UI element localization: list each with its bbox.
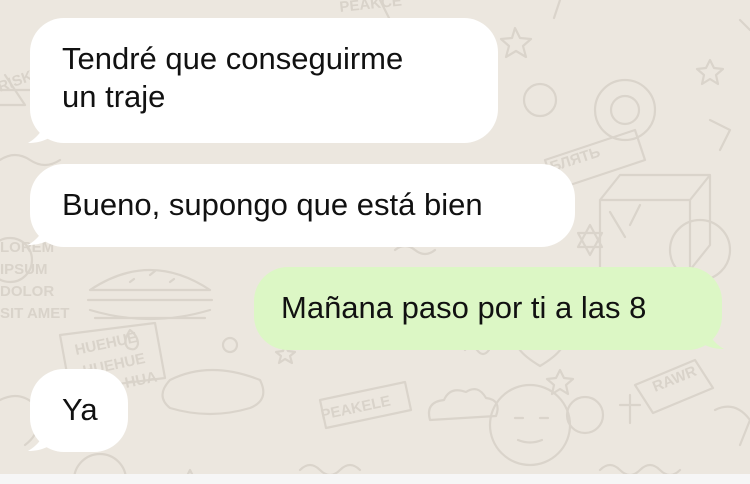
star-doodle-icon (695, 58, 725, 86)
circle-doodle-icon (522, 82, 558, 118)
message-text-line: Ya (62, 392, 98, 427)
hexagram-doodle-icon (576, 223, 604, 257)
bottom-edge (0, 474, 750, 484)
circle-doodle-icon (565, 395, 605, 435)
message-bubble-incoming[interactable]: Bueno, supongo que está bien (30, 164, 575, 247)
message-text-line: un traje (62, 79, 166, 114)
hotdog-doodle-icon (161, 368, 265, 416)
message-bubble-incoming[interactable]: Tendré que conseguirme un traje (30, 18, 498, 143)
burger-doodle-icon (86, 268, 214, 321)
doodle-text: HUA (123, 368, 158, 391)
doodle-text: SIT AMET (0, 305, 69, 322)
doodle-text: PEAKCE (339, 0, 403, 16)
cross-doodle-icon (618, 393, 642, 425)
message-bubble-outgoing[interactable]: Mañana paso por ti a las 8 (254, 267, 722, 350)
circle-doodle-icon (609, 94, 641, 126)
doodle-text: DOLOR (0, 283, 54, 300)
star-doodle-icon (499, 26, 533, 59)
circle-doodle-icon (221, 336, 239, 354)
doodle-text: IPSUM (0, 261, 48, 278)
circle-doodle-icon (593, 78, 657, 142)
message-text-line: Tendré que conseguirme (62, 41, 404, 76)
face-doodle-icon (488, 383, 572, 467)
cloud-doodle-icon (427, 387, 499, 422)
message-bubble-incoming[interactable]: Ya (30, 369, 128, 452)
message-text-line: Bueno, supongo que está bien (62, 187, 483, 222)
message-text-line: Mañana paso por ti a las 8 (281, 290, 647, 325)
